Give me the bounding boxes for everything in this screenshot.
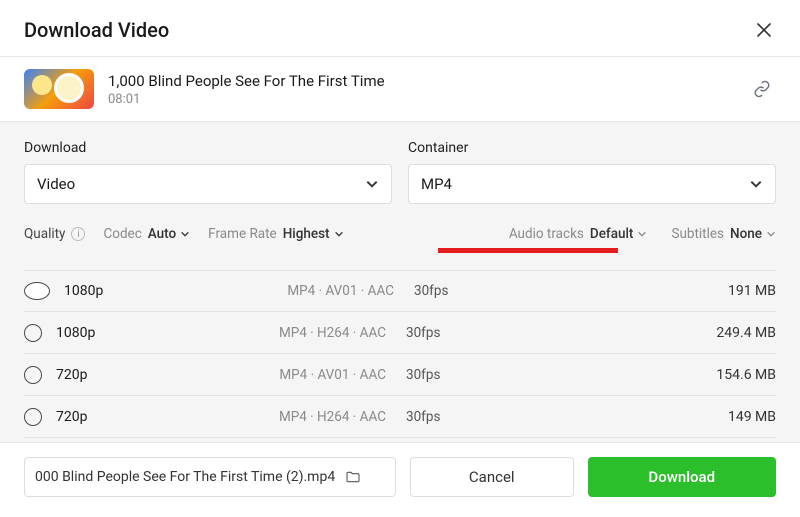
selects-row: Download Video Container MP4	[24, 140, 776, 204]
container-group: Container MP4	[408, 140, 776, 204]
audio-tracks-filter[interactable]: Audio tracks Default	[509, 226, 648, 242]
close-button[interactable]	[752, 18, 776, 42]
subtitles-filter[interactable]: Subtitles None	[671, 226, 776, 242]
quality-filter[interactable]: Quality i	[24, 226, 85, 242]
annotation-underline	[438, 248, 618, 253]
chevron-down-icon	[180, 229, 190, 239]
download-type-value: Video	[37, 175, 75, 193]
chevron-down-icon	[637, 229, 647, 239]
codec-cell: MP4 · H264 · AAC	[186, 325, 406, 341]
info-icon: i	[71, 227, 85, 241]
download-video-dialog: Download Video 1,000 Blind People See Fo…	[0, 0, 800, 517]
resolution-cell: 1080p	[64, 283, 194, 299]
radio-button[interactable]	[24, 324, 42, 342]
size-cell: 249.4 MB	[526, 325, 776, 341]
resolution-cell: 720p	[56, 367, 186, 383]
copy-link-button[interactable]	[748, 80, 776, 98]
video-duration: 08:01	[108, 92, 734, 107]
filename-input[interactable]: 000 Blind People See For The First Time …	[24, 457, 396, 497]
video-title: 1,000 Blind People See For The First Tim…	[108, 72, 734, 90]
chevron-down-icon	[334, 229, 344, 239]
table-row[interactable]: 1080pMP4 · AV01 · AAC30fps191 MB	[24, 270, 776, 312]
filters-right: Audio tracks Default Subtitles None	[509, 226, 776, 242]
size-cell: 154.6 MB	[526, 367, 776, 383]
chevron-down-icon	[365, 177, 379, 191]
radio-button[interactable]	[24, 282, 50, 300]
download-type-label: Download	[24, 140, 392, 156]
download-type-group: Download Video	[24, 140, 392, 204]
radio-button[interactable]	[24, 366, 42, 384]
codec-cell: MP4 · H264 · AAC	[186, 409, 406, 425]
container-select[interactable]: MP4	[408, 164, 776, 204]
folder-icon	[345, 469, 361, 485]
codec-value: Auto	[148, 226, 190, 242]
resolution-cell: 1080p	[56, 325, 186, 341]
container-value: MP4	[421, 175, 452, 193]
subtitles-value: None	[730, 226, 776, 242]
framerate-value: Highest	[283, 226, 344, 242]
size-cell: 149 MB	[526, 409, 776, 425]
fps-cell: 30fps	[406, 367, 526, 383]
download-type-select[interactable]: Video	[24, 164, 392, 204]
filters-row: Quality i Codec Auto Frame Rate Highest …	[24, 226, 776, 242]
dialog-header: Download Video	[0, 0, 800, 56]
container-label: Container	[408, 140, 776, 156]
link-icon	[753, 80, 771, 98]
codec-filter[interactable]: Codec Auto	[103, 226, 190, 242]
chevron-down-icon	[766, 229, 776, 239]
download-button[interactable]: Download	[588, 457, 776, 497]
quality-table: 1080pMP4 · AV01 · AAC30fps191 MB1080pMP4…	[24, 270, 776, 438]
close-icon	[757, 23, 771, 37]
fps-cell: 30fps	[414, 283, 534, 299]
fps-cell: 30fps	[406, 409, 526, 425]
video-thumbnail	[24, 69, 94, 109]
audio-tracks-value: Default	[590, 226, 648, 242]
codec-cell: MP4 · AV01 · AAC	[194, 283, 414, 299]
audio-tracks-label: Audio tracks	[509, 226, 584, 242]
resolution-cell: 720p	[56, 409, 186, 425]
codec-cell: MP4 · AV01 · AAC	[186, 367, 406, 383]
framerate-filter[interactable]: Frame Rate Highest	[208, 226, 343, 242]
table-row[interactable]: 720pMP4 · AV01 · AAC30fps154.6 MB	[24, 354, 776, 396]
table-row[interactable]: 720pMP4 · H264 · AAC30fps149 MB	[24, 396, 776, 438]
quality-label: Quality	[24, 226, 65, 242]
video-info-row: 1,000 Blind People See For The First Tim…	[0, 57, 800, 121]
codec-label: Codec	[103, 226, 141, 242]
filename-text: 000 Blind People See For The First Time …	[35, 469, 335, 485]
dialog-title: Download Video	[24, 18, 169, 42]
table-row[interactable]: 1080pMP4 · H264 · AAC30fps249.4 MB	[24, 312, 776, 354]
cancel-button[interactable]: Cancel	[410, 457, 574, 497]
dialog-body: Download Video Container MP4 Quality i	[0, 121, 800, 442]
fps-cell: 30fps	[406, 325, 526, 341]
framerate-label: Frame Rate	[208, 226, 277, 242]
radio-button[interactable]	[24, 408, 42, 426]
video-meta: 1,000 Blind People See For The First Tim…	[108, 72, 734, 107]
dialog-footer: 000 Blind People See For The First Time …	[0, 442, 800, 517]
subtitles-label: Subtitles	[671, 226, 724, 242]
chevron-down-icon	[749, 177, 763, 191]
size-cell: 191 MB	[534, 283, 776, 299]
